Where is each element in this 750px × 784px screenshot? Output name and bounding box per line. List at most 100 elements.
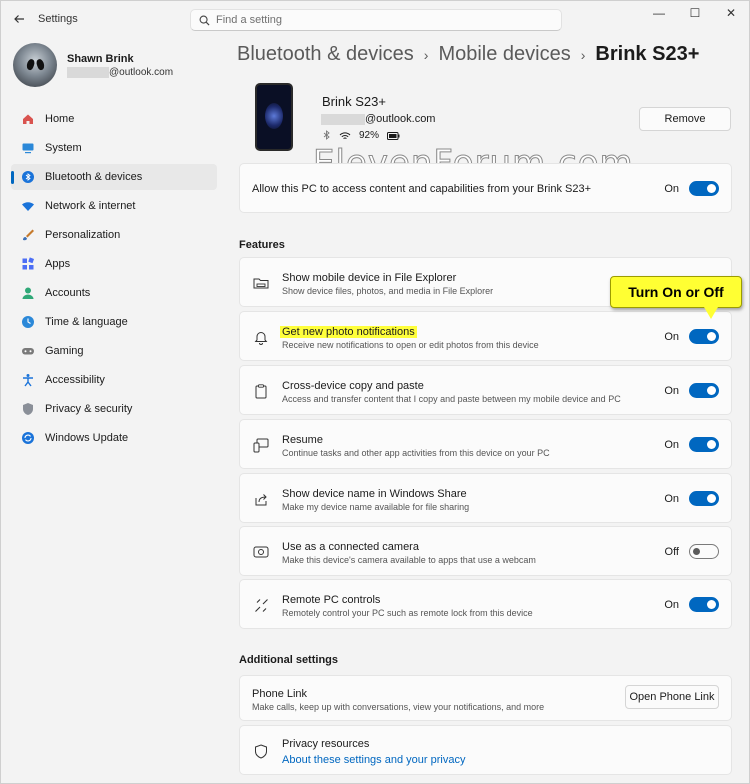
avatar bbox=[13, 43, 57, 87]
resume-toggle[interactable] bbox=[689, 437, 719, 452]
toggle-state-label: On bbox=[664, 598, 679, 611]
search-input[interactable] bbox=[216, 14, 546, 26]
gamepad-icon bbox=[19, 342, 37, 360]
resume-title: Resume bbox=[282, 434, 323, 446]
back-button[interactable] bbox=[9, 9, 29, 29]
copy-paste-toggle[interactable] bbox=[689, 383, 719, 398]
battery-icon bbox=[387, 131, 400, 140]
device-status: 92% bbox=[323, 130, 400, 141]
file-explorer-title: Show mobile device in File Explorer bbox=[282, 272, 457, 284]
copy-paste-toggle-group: On bbox=[664, 383, 719, 398]
remove-button[interactable]: Remove bbox=[639, 107, 731, 131]
callout-annotation: Turn On or Off bbox=[610, 276, 742, 319]
toggle-state-label: On bbox=[664, 438, 679, 451]
wifi-icon bbox=[339, 131, 351, 139]
resume-devices-icon bbox=[252, 436, 270, 454]
sidebar-item-label: Bluetooth & devices bbox=[45, 171, 143, 183]
sidebar-nav: Home System Bluetooth & devices Network … bbox=[11, 106, 217, 454]
remote-control-icon bbox=[252, 596, 270, 614]
highlighted-title: Get new photo notifications bbox=[280, 326, 417, 338]
sidebar-item-home[interactable]: Home bbox=[11, 106, 217, 132]
resume-subtitle: Continue tasks and other app activities … bbox=[282, 448, 550, 458]
sidebar-item-gaming[interactable]: Gaming bbox=[11, 338, 217, 364]
sidebar-item-label: Apps bbox=[45, 258, 71, 270]
access-toggle[interactable] bbox=[689, 181, 719, 196]
privacy-link[interactable]: About these settings and your privacy bbox=[282, 754, 465, 766]
connected-camera-toggle-group: Off bbox=[665, 544, 719, 559]
connected-camera-toggle[interactable] bbox=[689, 544, 719, 559]
phone-link-subtitle: Make calls, keep up with conversations, … bbox=[252, 702, 545, 712]
privacy-resources-title: Privacy resources bbox=[282, 738, 370, 750]
window-controls: — ☐ ✕ bbox=[641, 1, 749, 25]
copy-paste-card: Cross-device copy and paste Access and t… bbox=[239, 365, 732, 415]
windows-share-toggle-group: On bbox=[664, 491, 719, 506]
sidebar-item-label: Accounts bbox=[45, 287, 91, 299]
profile-email-domain: @outlook.com bbox=[109, 66, 174, 78]
sidebar-item-label: Time & language bbox=[45, 316, 128, 328]
breadcrumb: Bluetooth & devices › Mobile devices › B… bbox=[237, 43, 699, 66]
connected-camera-title: Use as a connected camera bbox=[282, 541, 419, 553]
photo-notifications-title: Get new photo notifications bbox=[280, 326, 417, 338]
user-profile[interactable]: Shawn Brink @outlook.com bbox=[13, 43, 173, 87]
sidebar-item-system[interactable]: System bbox=[11, 135, 217, 161]
file-explorer-subtitle: Show device files, photos, and media in … bbox=[282, 286, 494, 296]
search-box[interactable] bbox=[190, 9, 562, 31]
remote-pc-card: Remote PC controls Remotely control your… bbox=[239, 579, 732, 629]
sidebar-item-bluetooth[interactable]: Bluetooth & devices bbox=[11, 164, 217, 190]
redacted-email bbox=[321, 113, 365, 125]
connected-camera-subtitle: Make this device's camera available to a… bbox=[282, 555, 536, 565]
resume-card: Resume Continue tasks and other app acti… bbox=[239, 419, 732, 469]
photo-notifications-toggle-group: On bbox=[664, 329, 719, 344]
sidebar-item-label: Personalization bbox=[45, 229, 121, 241]
windows-share-toggle[interactable] bbox=[689, 491, 719, 506]
additional-settings-heading: Additional settings bbox=[239, 654, 338, 666]
title-bar: Settings — ☐ ✕ bbox=[1, 1, 749, 37]
remote-pc-toggle[interactable] bbox=[689, 597, 719, 612]
phone-link-title: Phone Link bbox=[252, 688, 308, 700]
back-arrow-icon bbox=[14, 15, 24, 23]
accessibility-icon bbox=[19, 371, 37, 389]
wifi-icon bbox=[19, 197, 37, 215]
breadcrumb-separator: › bbox=[580, 46, 586, 63]
sidebar-item-network[interactable]: Network & internet bbox=[11, 193, 217, 219]
privacy-resources-card: Privacy resources About these settings a… bbox=[239, 725, 732, 775]
folder-icon bbox=[252, 274, 270, 292]
minimize-button[interactable]: — bbox=[641, 1, 677, 25]
sidebar-item-privacy-security[interactable]: Privacy & security bbox=[11, 396, 217, 422]
camera-icon bbox=[252, 543, 270, 561]
sidebar-item-personalization[interactable]: Personalization bbox=[11, 222, 217, 248]
device-email-domain: @outlook.com bbox=[365, 113, 436, 125]
toggle-state-label: On bbox=[664, 330, 679, 343]
resume-toggle-group: On bbox=[664, 437, 719, 452]
windows-share-subtitle: Make my device name available for file s… bbox=[282, 502, 470, 512]
sidebar-item-label: Network & internet bbox=[45, 200, 136, 212]
access-card: Allow this PC to access content and capa… bbox=[239, 163, 732, 213]
open-phone-link-button[interactable]: Open Phone Link bbox=[625, 685, 719, 709]
apps-icon bbox=[19, 255, 37, 273]
bluetooth-icon bbox=[19, 168, 37, 186]
breadcrumb-mobile-devices[interactable]: Mobile devices bbox=[438, 43, 570, 66]
photo-notifications-toggle[interactable] bbox=[689, 329, 719, 344]
windows-share-card: Show device name in Windows Share Make m… bbox=[239, 473, 732, 523]
copy-paste-subtitle: Access and transfer content that I copy … bbox=[282, 394, 621, 404]
maximize-button[interactable]: ☐ bbox=[677, 1, 713, 25]
sidebar-item-label: Home bbox=[45, 113, 75, 125]
sidebar-item-label: Gaming bbox=[45, 345, 84, 357]
toggle-state-label: On bbox=[664, 492, 679, 505]
sidebar-item-accessibility[interactable]: Accessibility bbox=[11, 367, 217, 393]
copy-paste-title: Cross-device copy and paste bbox=[282, 380, 424, 392]
windows-share-title: Show device name in Windows Share bbox=[282, 488, 467, 500]
phone-image bbox=[255, 83, 293, 151]
sidebar-item-apps[interactable]: Apps bbox=[11, 251, 217, 277]
sidebar-item-accounts[interactable]: Accounts bbox=[11, 280, 217, 306]
redacted-email bbox=[67, 66, 109, 78]
sidebar-item-windows-update[interactable]: Windows Update bbox=[11, 425, 217, 451]
share-icon bbox=[252, 490, 270, 508]
access-toggle-group: On bbox=[664, 181, 719, 196]
close-button[interactable]: ✕ bbox=[713, 1, 749, 25]
remote-pc-subtitle: Remotely control your PC such as remote … bbox=[282, 608, 533, 618]
sidebar-item-label: System bbox=[45, 142, 82, 154]
breadcrumb-bluetooth[interactable]: Bluetooth & devices bbox=[237, 43, 414, 66]
sidebar-item-time-language[interactable]: Time & language bbox=[11, 309, 217, 335]
clipboard-icon bbox=[252, 382, 270, 400]
